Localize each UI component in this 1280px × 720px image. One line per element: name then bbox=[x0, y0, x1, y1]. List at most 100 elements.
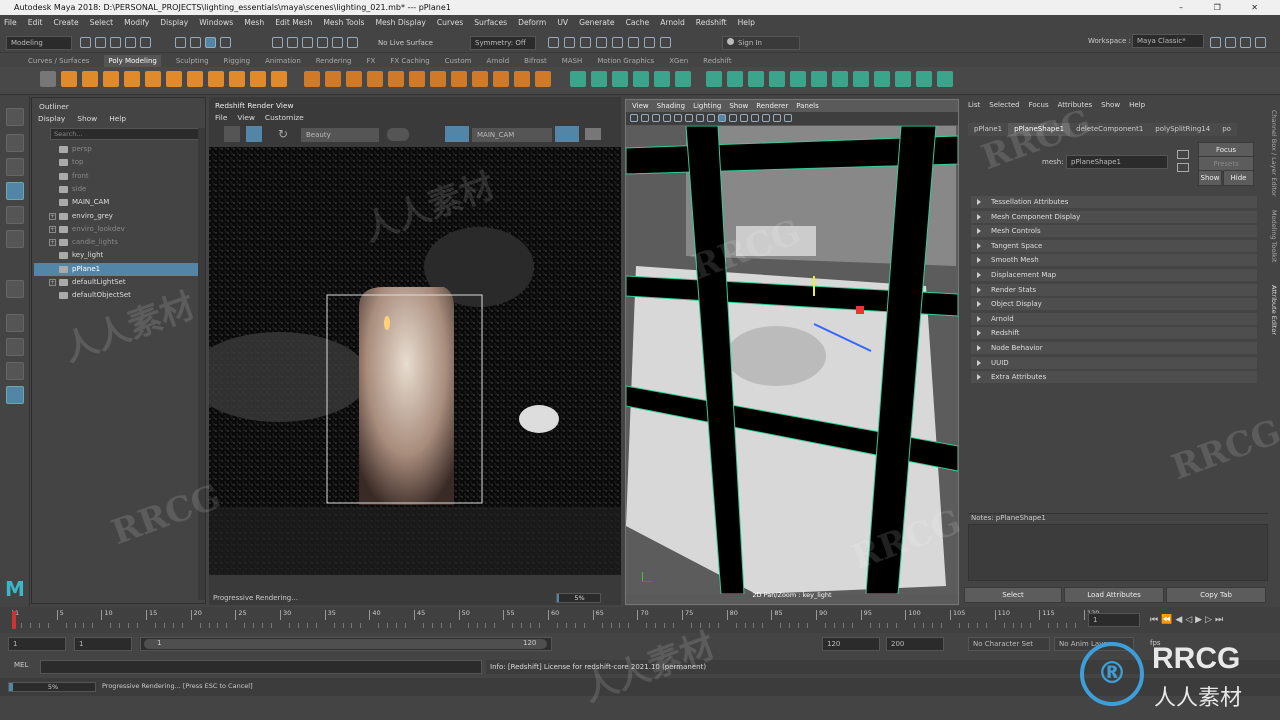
snap-grid-icon[interactable] bbox=[272, 37, 283, 48]
magnet-icon[interactable] bbox=[347, 37, 358, 48]
ae-menu-selected[interactable]: Selected bbox=[989, 100, 1019, 111]
cut-uv-icon[interactable] bbox=[832, 71, 848, 87]
symmetry-dropdown[interactable]: Symmetry: Off bbox=[470, 36, 536, 50]
shelf-tab-xgen[interactable]: XGen bbox=[669, 55, 688, 67]
planar-map-icon[interactable] bbox=[727, 71, 743, 87]
camera-select-icon[interactable] bbox=[630, 114, 638, 122]
hierarchy-mode-icon[interactable] bbox=[175, 37, 186, 48]
refresh-icon[interactable]: ↻ bbox=[278, 126, 292, 142]
lasso-tool-icon[interactable] bbox=[6, 134, 24, 152]
shelf-tab-poly-modeling[interactable]: Poly Modeling bbox=[104, 55, 161, 67]
menu-mesh-tools[interactable]: Mesh Tools bbox=[323, 18, 364, 27]
shelf-tab-curves-surfaces[interactable]: Curves / Surfaces bbox=[28, 55, 89, 67]
shadows-icon[interactable] bbox=[751, 114, 759, 122]
cube-icon[interactable] bbox=[82, 71, 98, 87]
bevel-icon[interactable] bbox=[493, 71, 509, 87]
copy-tab-button[interactable]: Copy Tab bbox=[1166, 587, 1266, 603]
svg-icon[interactable] bbox=[304, 71, 320, 87]
separate-icon[interactable] bbox=[346, 71, 362, 87]
move-uv-icon[interactable] bbox=[895, 71, 911, 87]
xray-icon[interactable] bbox=[773, 114, 781, 122]
notes-field[interactable] bbox=[968, 524, 1268, 581]
shelf-tab-fx-caching[interactable]: FX Caching bbox=[390, 55, 429, 67]
play-forward-icon[interactable]: ▶ bbox=[1195, 613, 1202, 627]
play-back-icon[interactable]: ◁ bbox=[1185, 613, 1192, 627]
video-icon[interactable] bbox=[585, 128, 601, 140]
outliner-scrollbar[interactable] bbox=[198, 128, 205, 600]
platonic-icon[interactable] bbox=[208, 71, 224, 87]
layout-icon[interactable] bbox=[811, 71, 827, 87]
wireframe-icon[interactable] bbox=[707, 114, 715, 122]
ipr-start-icon[interactable] bbox=[246, 126, 262, 142]
workspace-dropdown[interactable]: Maya Classic* bbox=[1132, 34, 1204, 48]
two-pane-layout-icon[interactable] bbox=[6, 338, 24, 356]
render-frame-icon[interactable] bbox=[548, 37, 559, 48]
paint-select-icon[interactable] bbox=[6, 158, 24, 176]
uv-editor-icon[interactable] bbox=[706, 71, 722, 87]
current-time-marker[interactable] bbox=[12, 611, 16, 629]
expand-icon[interactable]: + bbox=[49, 212, 56, 220]
menu-arnold[interactable]: Arnold bbox=[660, 18, 685, 27]
outliner-item-main-cam[interactable]: MAIN_CAM bbox=[34, 196, 204, 209]
menu-surfaces[interactable]: Surfaces bbox=[474, 18, 507, 27]
shelf-tab-redshift[interactable]: Redshift bbox=[703, 55, 731, 67]
current-frame-field[interactable]: 1 bbox=[1088, 613, 1140, 627]
delete-history-icon[interactable] bbox=[937, 71, 953, 87]
time-slider[interactable]: 1 5 10 15 20 25 30 35 40 45 50 55 60 65 70 75 80 85 90 95 10… bbox=[0, 607, 1280, 633]
render-frame-icon[interactable] bbox=[224, 126, 240, 142]
menu-select[interactable]: Select bbox=[90, 18, 113, 27]
boolean-icon[interactable] bbox=[388, 71, 404, 87]
menu-cache[interactable]: Cache bbox=[626, 18, 650, 27]
undo-icon[interactable] bbox=[125, 37, 136, 48]
shelf-tab-custom[interactable]: Custom bbox=[445, 55, 472, 67]
node-select-icon[interactable] bbox=[1177, 150, 1189, 159]
isolate-select-icon[interactable] bbox=[784, 114, 792, 122]
rotate-tool-icon[interactable] bbox=[6, 206, 24, 224]
connect-icon[interactable] bbox=[633, 71, 649, 87]
bookmark-icon[interactable] bbox=[652, 114, 660, 122]
menu-uv[interactable]: UV bbox=[557, 18, 568, 27]
menu-create[interactable]: Create bbox=[53, 18, 78, 27]
textured-icon[interactable] bbox=[729, 114, 737, 122]
outliner-item-key-light[interactable]: key_light bbox=[34, 249, 204, 262]
outliner-item-defaultobjectset[interactable]: defaultObjectSet bbox=[34, 289, 204, 302]
camera-dropdown[interactable]: MAIN_CAM bbox=[472, 128, 552, 142]
ae-section-redshift[interactable]: Redshift bbox=[971, 327, 1257, 340]
window-controls[interactable]: – ❐ ✕ bbox=[1179, 0, 1272, 15]
render-menu-customize[interactable]: Customize bbox=[265, 112, 304, 123]
outliner-item-persp[interactable]: persp bbox=[34, 143, 204, 156]
outliner-item-enviro-lookdev[interactable]: + enviro_lookdev bbox=[34, 223, 204, 236]
auto-map-icon[interactable] bbox=[769, 71, 785, 87]
outliner-item-defaultlightset[interactable]: + defaultLightSet bbox=[34, 276, 204, 289]
expand-icon[interactable]: + bbox=[49, 279, 56, 286]
resolution-gate-icon[interactable] bbox=[696, 114, 704, 122]
save-scene-icon[interactable] bbox=[110, 37, 121, 48]
ae-tab-more[interactable]: po bbox=[1216, 123, 1237, 136]
mel-input[interactable] bbox=[40, 660, 482, 674]
ae-section-extra-attributes[interactable]: Extra Attributes bbox=[971, 371, 1257, 384]
go-to-end-icon[interactable]: ⏭ bbox=[1215, 613, 1223, 627]
outliner-item-candle-lights[interactable]: + candle_lights bbox=[34, 236, 204, 249]
shelf-tab-mash[interactable]: MASH bbox=[562, 55, 583, 67]
shelf-tab-fx[interactable]: FX bbox=[367, 55, 376, 67]
render-setup-icon[interactable] bbox=[612, 37, 623, 48]
move-tool-icon[interactable] bbox=[6, 182, 24, 200]
target-weld-icon[interactable] bbox=[612, 71, 628, 87]
viewport-menu-renderer[interactable]: Renderer bbox=[756, 101, 788, 112]
ae-section-object-display[interactable]: Object Display bbox=[971, 298, 1257, 311]
ambient-occlusion-icon[interactable] bbox=[762, 114, 770, 122]
select-by-type-icon[interactable] bbox=[220, 37, 231, 48]
sphere-alt-icon[interactable] bbox=[250, 71, 266, 87]
expand-icon[interactable]: + bbox=[49, 239, 56, 247]
smooth-shade-icon[interactable] bbox=[718, 114, 726, 122]
camera-lock-icon[interactable] bbox=[445, 126, 469, 142]
tool-settings-icon[interactable] bbox=[1240, 37, 1251, 48]
snapshot-icon[interactable] bbox=[555, 126, 579, 142]
ae-menu-attributes[interactable]: Attributes bbox=[1058, 100, 1093, 111]
snap-point-icon[interactable] bbox=[302, 37, 313, 48]
ae-section-smooth-mesh[interactable]: Smooth Mesh bbox=[971, 254, 1257, 267]
sew-uv-icon[interactable] bbox=[853, 71, 869, 87]
extrude-icon[interactable] bbox=[451, 71, 467, 87]
menu-windows[interactable]: Windows bbox=[199, 18, 233, 27]
modeling-toolkit-icon[interactable] bbox=[1210, 37, 1221, 48]
